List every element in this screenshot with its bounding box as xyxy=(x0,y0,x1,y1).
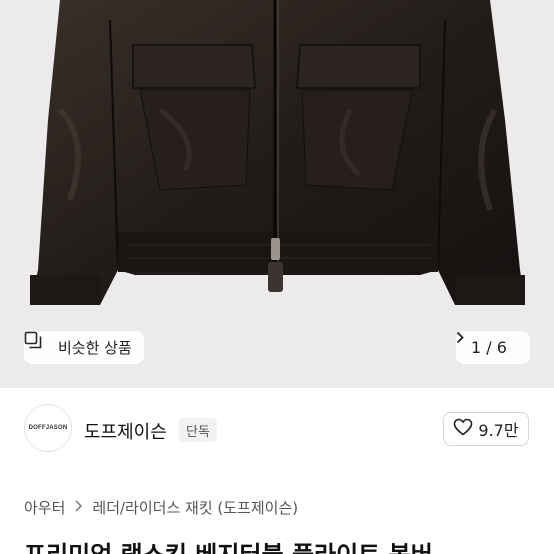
seller-name[interactable]: 도프제이슨 xyxy=(84,418,167,444)
breadcrumb-item-category[interactable]: 레더/라이더스 재킷 (도프제이슨) xyxy=(92,497,298,518)
seller-row: DOFFJASON 도프제이슨 단독 9.7만 xyxy=(0,388,554,472)
similar-items-button[interactable]: 비슷한 상품 xyxy=(24,331,144,364)
like-count: 9.7만 xyxy=(478,421,519,440)
product-image-jacket xyxy=(30,0,525,305)
image-counter[interactable]: 1 / 6 xyxy=(456,331,530,364)
heart-outline-icon xyxy=(453,418,473,440)
seller-logo[interactable]: DOFFJASON xyxy=(24,404,72,452)
chevron-right-icon xyxy=(75,499,83,516)
product-image-gallery[interactable]: 비슷한 상품 1 / 6 xyxy=(0,0,554,388)
exclusive-badge: 단독 xyxy=(179,418,217,442)
image-counter-text: 1 / 6 xyxy=(471,338,507,357)
breadcrumb-item-outer[interactable]: 아우터 xyxy=(24,497,65,518)
like-button[interactable]: 9.7만 xyxy=(443,412,529,446)
similar-items-icon xyxy=(24,331,52,357)
breadcrumb: 아우터 레더/라이더스 재킷 (도프제이슨) xyxy=(24,497,298,518)
similar-items-label: 비슷한 상품 xyxy=(58,339,132,357)
product-title: 프리미엄 램스킨 베지터블 플라이트 봄버 xyxy=(24,535,433,554)
seller-logo-text: DOFFJASON xyxy=(28,425,68,431)
